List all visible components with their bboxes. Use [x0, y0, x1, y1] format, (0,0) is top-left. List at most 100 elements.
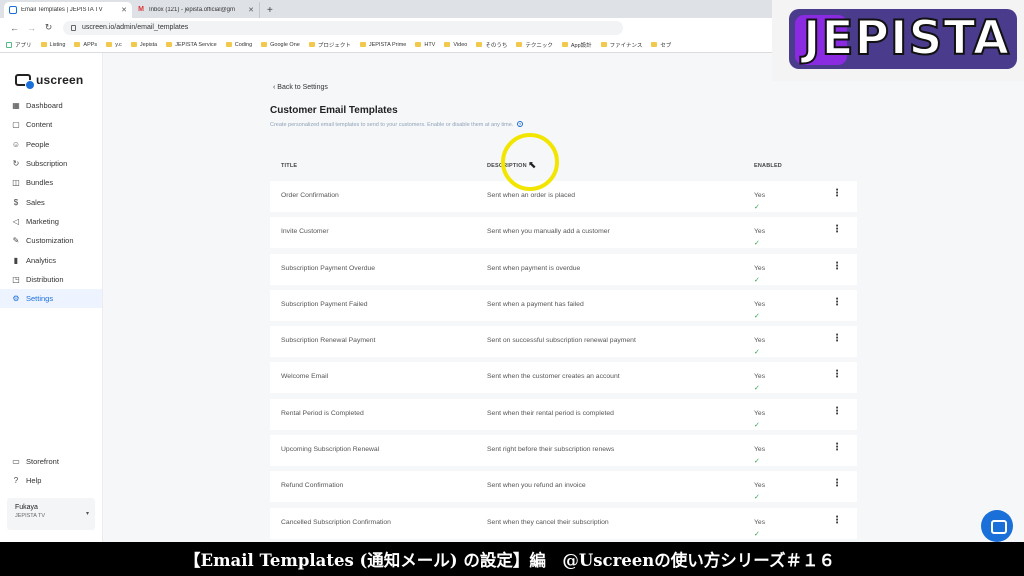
sidebar-item-storefront[interactable]: ▭ Storefront	[0, 452, 102, 471]
enabled-status: ✓ Yes	[754, 519, 765, 538]
back-to-settings-link[interactable]: ‹ Back to Settings	[273, 84, 328, 91]
bookmark-item[interactable]: プロジェクト	[308, 41, 351, 49]
bookmark-label: JEPISTA Service	[175, 41, 217, 48]
check-icon: ✓	[754, 530, 760, 538]
template-description: Sent when you manually add a customer	[487, 228, 610, 236]
table-row[interactable]: Order Confirmation Sent when an order is …	[270, 181, 857, 212]
bookmark-item[interactable]: Coding	[225, 42, 252, 48]
folder-icon	[600, 42, 607, 47]
table-row[interactable]: Invite Customer Sent when you manually ad…	[270, 217, 857, 249]
table-row[interactable]: Welcome Email Sent when the customer crea…	[270, 362, 857, 394]
bookmark-item[interactable]: App設計	[561, 41, 592, 49]
account-org: JEPISTA TV	[15, 513, 46, 519]
bookmark-item[interactable]: Video	[444, 42, 467, 48]
template-title: Rental Period is Completed	[281, 409, 364, 417]
bookmark-item[interactable]: JEPISTA Prime	[359, 42, 406, 48]
sidebar-item-distribution[interactable]: ◳ Distribution	[0, 270, 102, 289]
template-description: Sent when you refund an invoice	[487, 482, 586, 490]
table-row[interactable]: Refund Confirmation Sent when you refund …	[270, 471, 857, 503]
account-switcher[interactable]: Fukaya JEPISTA TV ▾	[7, 498, 95, 530]
help-circle-icon[interactable]: ?	[516, 121, 523, 127]
reload-icon[interactable]: ↻	[40, 22, 57, 33]
more-vertical-icon[interactable]: ⋮	[832, 406, 842, 417]
sidebar-menu: ▦ Dashboard ▢ Content ☺ People ↻ Subscription ◫ B…	[0, 96, 102, 309]
template-title: Subscription Payment Overdue	[281, 264, 376, 272]
close-tab-icon[interactable]: ✕	[248, 6, 254, 14]
sidebar-item-bundles[interactable]: ◫ Bundles	[0, 173, 102, 192]
sidebar-item-label: Help	[26, 476, 42, 485]
bookmark-item[interactable]: APPs	[74, 42, 97, 48]
template-title: Upcoming Subscription Renewal	[281, 446, 380, 454]
bookmark-item[interactable]: ファイナンス	[600, 41, 642, 49]
close-tab-icon[interactable]: ✕	[121, 6, 127, 14]
sidebar-item-subscription[interactable]: ↻ Subscription	[0, 154, 102, 173]
bookmark-label: アプリ	[15, 42, 32, 49]
content-icon: ▢	[12, 120, 20, 130]
folder-icon	[651, 42, 658, 47]
bookmark-item[interactable]: アプリ	[6, 41, 32, 49]
mouse-cursor-icon: ⬉	[528, 160, 537, 171]
bookmark-item[interactable]: Listing	[40, 42, 65, 48]
browser-tab-email-templates[interactable]: Email Templates | JEPISTA TV ✕	[4, 2, 132, 18]
forward-arrow-icon[interactable]: →	[23, 23, 40, 33]
browser-tab-inbox[interactable]: M Inbox (121) - jepista.official@gm ✕	[132, 2, 260, 18]
sidebar-item-settings[interactable]: ⚙ Settings	[0, 288, 102, 309]
bookmark-item[interactable]: Jepista	[130, 42, 157, 48]
sidebar-item-label: Dashboard	[26, 101, 63, 111]
table-row[interactable]: Subscription Payment Failed Sent when a p…	[270, 289, 857, 321]
folder-icon	[166, 42, 173, 47]
folder-icon	[444, 42, 451, 47]
more-vertical-icon[interactable]: ⋮	[832, 334, 842, 344]
enabled-label: Yes	[754, 300, 766, 308]
template-description: Sent right before their subscription ren…	[487, 446, 615, 454]
enabled-status: ✓ Yes	[754, 482, 765, 501]
help-icon: ?	[13, 476, 19, 485]
more-vertical-icon[interactable]: ⋮	[832, 370, 842, 380]
bookmark-item[interactable]: JEPISTA Service	[166, 41, 217, 48]
apps-grid-icon	[6, 41, 12, 48]
bookmark-item[interactable]: y.c	[106, 42, 122, 48]
more-vertical-icon[interactable]: ⋮	[832, 443, 842, 453]
sidebar-item-help[interactable]: ? Help	[0, 471, 102, 490]
analytics-icon: ▮	[13, 255, 19, 265]
more-vertical-icon[interactable]: ⋮	[832, 515, 842, 526]
url-field[interactable]: uscreen.io/admin/email_templates	[63, 20, 623, 35]
enabled-label: Yes	[754, 228, 766, 236]
back-arrow-icon[interactable]: ←	[6, 23, 23, 33]
new-tab-button[interactable]: +	[260, 5, 280, 18]
sidebar-item-dashboard[interactable]: ▦ Dashboard	[0, 96, 102, 115]
sidebar-item-sales[interactable]: $ Sales	[0, 192, 102, 211]
chat-widget-button[interactable]	[981, 510, 1013, 542]
column-header-enabled: ENABLED	[754, 163, 782, 169]
table-row[interactable]: Subscription Renewal Payment Sent on succ…	[270, 326, 857, 358]
more-vertical-icon[interactable]: ⋮	[832, 189, 842, 199]
channel-logo-overlay: JEPISTA	[772, 0, 1024, 81]
sidebar-item-people[interactable]: ☺ People	[0, 135, 102, 154]
sidebar-item-content[interactable]: ▢ Content	[0, 115, 102, 134]
uscreen-admin: uscreen ▦ Dashboard ▢ Content ☺ People ↻ Subscr…	[0, 53, 1024, 542]
table-row[interactable]: Upcoming Subscription Renewal Sent right …	[270, 435, 857, 467]
sidebar-item-label: Distribution	[26, 274, 64, 284]
tab-title: Inbox (121) - jepista.official@gm	[149, 7, 236, 13]
page-title: Customer Email Templates	[270, 105, 398, 116]
bookmark-item[interactable]: Google One	[261, 42, 300, 48]
template-description: Sent when a payment has failed	[487, 300, 584, 308]
sidebar-item-analytics[interactable]: ▮ Analytics	[0, 250, 102, 269]
brand[interactable]: uscreen	[0, 53, 102, 93]
bookmark-item[interactable]: HTV	[415, 42, 435, 48]
more-vertical-icon[interactable]: ⋮	[832, 297, 842, 308]
table-row[interactable]: Subscription Payment Overdue Sent when pa…	[270, 253, 857, 285]
sidebar-item-marketing[interactable]: ◁ Marketing	[0, 212, 102, 231]
table-row[interactable]: Cancelled Subscription Confirmation Sent …	[270, 507, 857, 539]
more-vertical-icon[interactable]: ⋮	[832, 225, 842, 235]
sidebar-item-customization[interactable]: ✎ Customization	[0, 231, 102, 250]
bookmark-item[interactable]: テクニック	[516, 41, 553, 49]
bookmark-item[interactable]: セブ	[651, 41, 671, 49]
sidebar-item-label: Subscription	[26, 159, 68, 169]
more-vertical-icon[interactable]: ⋮	[832, 479, 842, 489]
main-panel: ‹ Back to Settings Customer Email Templa…	[103, 53, 1024, 542]
check-icon: ✓	[754, 276, 760, 284]
more-vertical-icon[interactable]: ⋮	[832, 261, 842, 272]
table-row[interactable]: Rental Period is Completed Sent when thei…	[270, 398, 857, 430]
bookmark-item[interactable]: そのうち	[476, 41, 507, 49]
